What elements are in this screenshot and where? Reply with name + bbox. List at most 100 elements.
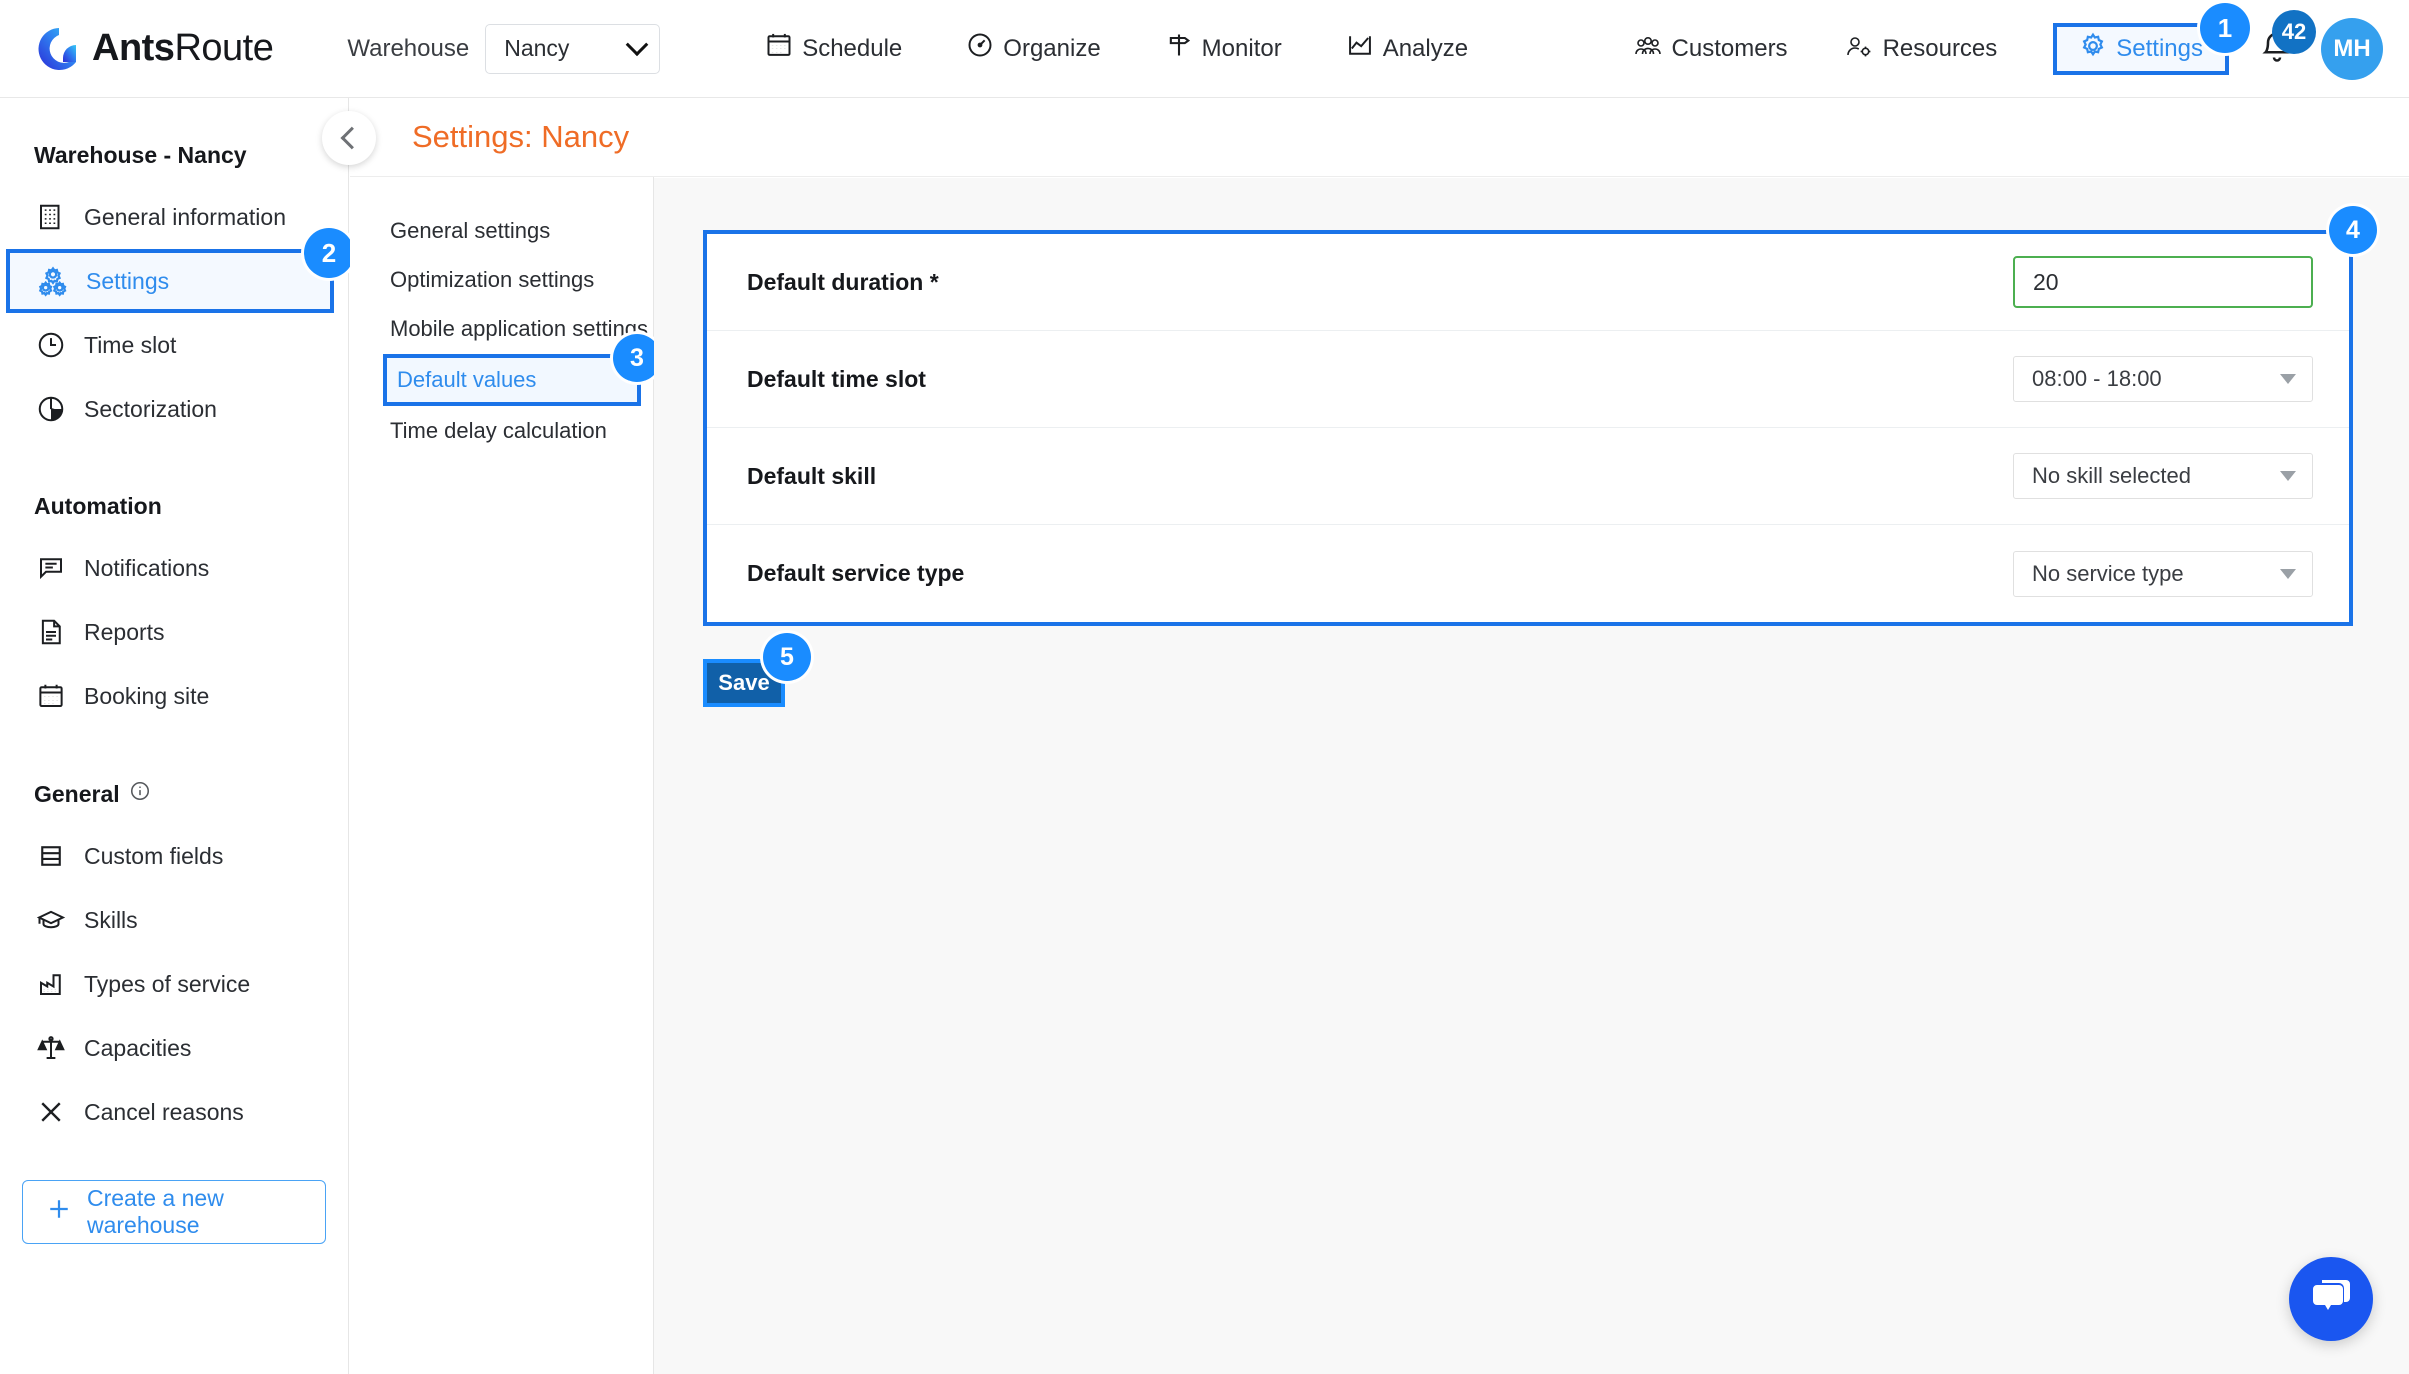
form-row-default-skill: Default skill No skill selected <box>707 428 2349 525</box>
document-icon <box>34 615 68 649</box>
subnav-item-general-settings[interactable]: General settings <box>350 207 653 255</box>
default-duration-value: 20 <box>2033 268 2059 295</box>
nav-label-settings: Settings <box>2116 35 2203 62</box>
sidebar-item-reports[interactable]: Reports <box>0 600 348 664</box>
sidebar-item-sectorization[interactable]: Sectorization <box>0 377 348 441</box>
nav-item-resources[interactable]: Resources <box>1844 32 1998 67</box>
form-row-default-service-type: Default service type No service type <box>707 525 2349 622</box>
sidebar-label-capacities: Capacities <box>84 1034 192 1061</box>
sidebar-section-general: General <box>0 728 348 824</box>
sidebar-item-notifications[interactable]: Notifications <box>0 536 348 600</box>
sidebar-label-skills: Skills <box>84 906 138 933</box>
default-skill-select[interactable]: No skill selected <box>2013 453 2313 499</box>
create-new-warehouse-button[interactable]: Create a new warehouse <box>22 1180 326 1244</box>
nav-item-schedule[interactable]: Schedule <box>765 31 902 66</box>
chat-support-button[interactable] <box>2289 1257 2373 1341</box>
app-window: AntsRoute Warehouse Nancy Schedule Organ… <box>0 0 2409 1374</box>
gear-icon <box>2079 32 2107 67</box>
nav-item-monitor[interactable]: Monitor <box>1165 31 1282 66</box>
sidebar-item-types-of-service[interactable]: Types of service <box>0 952 348 1016</box>
pie-chart-icon <box>34 392 68 426</box>
sidebar-item-general-information[interactable]: General information <box>0 185 348 249</box>
person-gear-icon <box>1844 32 1874 67</box>
label-default-skill: Default skill <box>747 462 877 489</box>
nav-label-customers: Customers <box>1671 35 1788 62</box>
nav-label-analyze: Analyze <box>1382 34 1469 62</box>
logo-wordmark: AntsRoute <box>92 27 274 70</box>
close-x-icon <box>34 1095 68 1129</box>
sidebar-label-notifications: Notifications <box>84 554 210 581</box>
form-row-default-time-slot: Default time slot 08:00 - 18:00 <box>707 331 2349 428</box>
app-logo[interactable]: AntsRoute <box>36 26 274 72</box>
message-icon <box>34 551 68 585</box>
nav-label-resources: Resources <box>1882 35 1998 62</box>
calendar-icon <box>34 679 68 713</box>
sidebar-item-skills[interactable]: Skills <box>0 888 348 952</box>
rows-icon <box>34 839 68 873</box>
settings-subnav-panel: General settings Optimization settings M… <box>350 98 661 1374</box>
sidebar-item-capacities[interactable]: Capacities <box>0 1016 348 1080</box>
nav-item-analyze[interactable]: Analyze <box>1346 31 1468 66</box>
subnav-item-time-delay-calculation[interactable]: Time delay calculation <box>350 407 653 455</box>
default-service-type-select[interactable]: No service type <box>2013 550 2313 597</box>
chevron-down-icon <box>2280 374 2296 384</box>
sidebar-section-warehouse: Warehouse - Nancy <box>34 142 247 168</box>
default-time-slot-select[interactable]: 08:00 - 18:00 <box>2013 356 2313 402</box>
primary-nav: Schedule Organize Monitor Analyze <box>765 31 1468 66</box>
calendar-icon <box>765 31 793 66</box>
sidebar-section-general-label: General <box>34 780 120 807</box>
chat-bubble-icon <box>2308 1276 2354 1323</box>
back-button[interactable] <box>322 111 376 165</box>
top-navigation-bar: AntsRoute Warehouse Nancy Schedule Organ… <box>0 0 2409 98</box>
sidebar-label-general-information: General information <box>84 203 286 230</box>
sidebar-item-time-slot[interactable]: Time slot <box>0 313 348 377</box>
sidebar-item-booking-site[interactable]: Booking site <box>0 664 348 728</box>
signpost-icon <box>1165 31 1193 66</box>
clock-icon <box>34 328 68 362</box>
nav-item-settings[interactable]: Settings 1 <box>2053 3 2250 75</box>
chevron-down-icon <box>2280 568 2296 579</box>
sidebar-item-custom-fields[interactable]: Custom fields <box>0 824 348 888</box>
sidebar-label-settings: Settings <box>86 267 170 294</box>
subnav-item-default-values[interactable]: Default values 3 <box>383 334 661 406</box>
subnav-label-optimization-settings: Optimization settings <box>390 267 595 292</box>
subnav-label-mobile-application-settings: Mobile application settings <box>390 316 649 341</box>
people-icon <box>1633 32 1663 67</box>
info-icon[interactable] <box>129 780 151 808</box>
factory-icon <box>34 967 68 1001</box>
sidebar-section-automation: Automation <box>34 493 162 519</box>
nav-label-schedule: Schedule <box>802 34 903 62</box>
label-default-time-slot: Default time slot <box>747 365 926 392</box>
sidebar-item-settings[interactable]: Settings 2 <box>6 228 354 313</box>
step-badge-5: 5 <box>763 633 811 681</box>
chevron-down-icon <box>625 32 649 56</box>
avatar-initials: MH <box>2333 35 2371 62</box>
graduation-cap-icon <box>34 903 68 937</box>
nav-item-customers[interactable]: Customers <box>1633 32 1788 67</box>
sidebar-label-reports: Reports <box>84 618 165 645</box>
subnav-item-optimization-settings[interactable]: Optimization settings <box>350 256 653 304</box>
nav-item-organize[interactable]: Organize <box>966 31 1101 66</box>
save-button[interactable]: Save 5 <box>703 633 811 707</box>
default-duration-input[interactable]: 20 <box>2013 256 2313 308</box>
subnav-label-time-delay-calculation: Time delay calculation <box>390 418 607 443</box>
logo-light-text: Route <box>174 27 274 69</box>
sidebar-label-sectorization: Sectorization <box>84 395 217 422</box>
nav-label-monitor: Monitor <box>1201 34 1282 62</box>
form-row-default-duration: Default duration * 20 <box>707 234 2349 331</box>
subnav-item-mobile-application-settings[interactable]: Mobile application settings <box>350 305 653 353</box>
secondary-nav: Customers Resources Settings 1 42 MH <box>1633 0 2383 98</box>
nav-label-organize: Organize <box>1003 34 1101 62</box>
create-new-warehouse-label: Create a new warehouse <box>87 1185 224 1238</box>
page-header: Settings: Nancy <box>322 98 2409 177</box>
building-icon <box>34 200 68 234</box>
notification-count-badge: 42 <box>2272 9 2316 54</box>
subnav-label-general-settings: General settings <box>390 218 551 243</box>
notifications-button[interactable]: 42 <box>2259 9 2316 71</box>
warehouse-select-value: Nancy <box>504 35 570 61</box>
subnav-list: General settings Optimization settings M… <box>350 177 661 455</box>
default-values-form: 4 Default duration * 20 Default time slo… <box>703 206 2377 626</box>
avatar[interactable]: MH <box>2321 18 2383 80</box>
sidebar-item-cancel-reasons[interactable]: Cancel reasons <box>0 1080 348 1144</box>
warehouse-select[interactable]: Nancy <box>485 23 661 74</box>
